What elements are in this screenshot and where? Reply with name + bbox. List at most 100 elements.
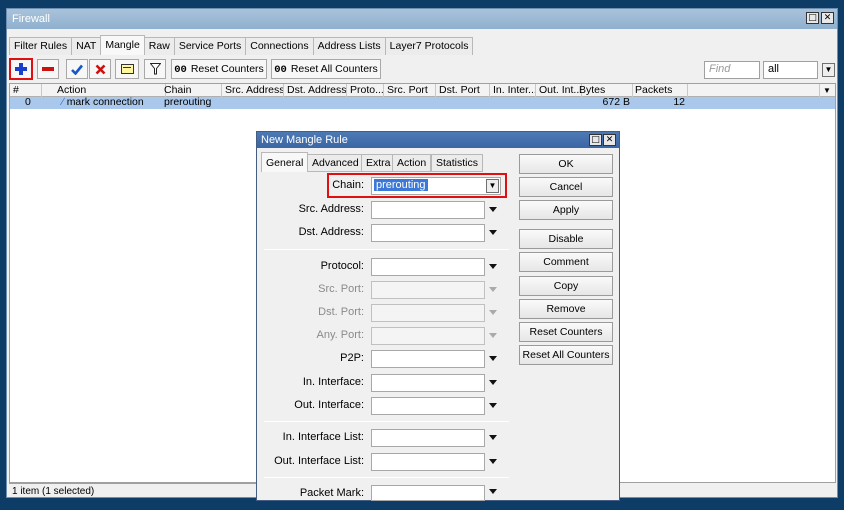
- cancel-button[interactable]: Cancel: [519, 177, 613, 197]
- src-address-label: Src. Address:: [298, 203, 364, 215]
- chain-select[interactable]: prerouting ▼: [371, 177, 501, 195]
- apply-button[interactable]: Apply: [519, 200, 613, 220]
- col-dst-port[interactable]: Dst. Port: [436, 84, 490, 97]
- tab-connections[interactable]: Connections: [245, 37, 314, 55]
- protocol-arrow-icon[interactable]: [489, 264, 497, 269]
- reset-all-counters-button[interactable]: Reset All Counters: [519, 345, 613, 365]
- chain-label: Chain:: [332, 179, 364, 191]
- out-interface-list-arrow-icon[interactable]: [489, 459, 497, 464]
- copy-button[interactable]: Copy: [519, 276, 613, 296]
- firewall-tabs: Filter Rules NAT Mangle Raw Service Port…: [9, 35, 474, 55]
- in-interface-arrow-icon[interactable]: [489, 380, 497, 385]
- in-interface-list-arrow-icon[interactable]: [489, 435, 497, 440]
- disable-button[interactable]: [89, 59, 111, 79]
- enable-button[interactable]: [66, 59, 88, 79]
- dialog-tab-extra[interactable]: Extra: [361, 154, 396, 172]
- tab-address-lists[interactable]: Address Lists: [312, 37, 386, 55]
- protocol-input[interactable]: [371, 258, 485, 276]
- reset-counters-label: Reset Counters: [190, 62, 264, 75]
- dst-port-input: [371, 304, 485, 322]
- dialog-tab-advanced[interactable]: Advanced: [307, 154, 364, 172]
- pencil-icon: ∕: [62, 96, 64, 108]
- dialog-tab-general[interactable]: General: [261, 152, 309, 172]
- tab-service-ports[interactable]: Service Ports: [173, 37, 247, 55]
- out-interface-list-label-wrap: Out. Interface List:: [260, 455, 364, 469]
- comment-button[interactable]: [115, 59, 139, 79]
- src-address-arrow-icon[interactable]: [489, 207, 497, 212]
- p2p-label: P2P:: [340, 352, 364, 364]
- in-interface-list-input[interactable]: [371, 429, 485, 447]
- status-bar: 1 item (1 selected): [9, 483, 259, 499]
- table-row[interactable]: 0 ∕ mark connection prerouting 672 B 12: [10, 97, 835, 109]
- dst-address-arrow-icon[interactable]: [489, 230, 497, 235]
- note-icon: [120, 64, 134, 74]
- remove-button[interactable]: [37, 59, 59, 79]
- packet-mark-label: Packet Mark:: [299, 487, 364, 499]
- cross-icon: [95, 64, 105, 74]
- reset-counters-button[interactable]: 00 Reset Counters: [171, 59, 267, 79]
- dst-port-label: Dst. Port:: [318, 306, 364, 318]
- in-interface-input[interactable]: [371, 374, 485, 392]
- row-number: 0: [25, 96, 31, 108]
- col-in-interface[interactable]: In. Inter...: [490, 84, 536, 97]
- filter-select[interactable]: all: [763, 61, 818, 79]
- remove-button[interactable]: Remove: [519, 299, 613, 319]
- minus-icon: [42, 67, 54, 71]
- window-titlebar[interactable]: Firewall □ ✕: [7, 9, 837, 29]
- close-icon[interactable]: ✕: [821, 12, 834, 24]
- dialog-tab-statistics[interactable]: Statistics: [431, 154, 484, 172]
- col-src-address[interactable]: Src. Address: [222, 84, 284, 97]
- src-port-label: Src. Port:: [318, 283, 364, 295]
- dst-address-label: Dst. Address:: [298, 226, 364, 238]
- packet-mark-input[interactable]: [371, 485, 485, 501]
- dialog-titlebar[interactable]: New Mangle Rule □ ✕: [257, 132, 619, 148]
- in-interface-list-label-wrap: In. Interface List:: [260, 431, 364, 445]
- tab-raw[interactable]: Raw: [143, 37, 175, 55]
- tab-nat[interactable]: NAT: [71, 37, 102, 55]
- dst-address-label-wrap: Dst. Address:: [260, 226, 364, 240]
- maximize-icon[interactable]: □: [806, 12, 819, 24]
- disable-button[interactable]: Disable: [519, 229, 613, 249]
- src-address-input[interactable]: [371, 201, 485, 219]
- p2p-input[interactable]: [371, 350, 485, 368]
- add-button[interactable]: [9, 58, 33, 80]
- dst-port-arrow-icon: [489, 310, 497, 315]
- src-port-label-wrap: Src. Port:: [260, 283, 364, 297]
- out-interface-list-input[interactable]: [371, 453, 485, 471]
- any-port-input: [371, 327, 485, 345]
- in-interface-label: In. Interface:: [302, 376, 364, 388]
- out-interface-arrow-icon[interactable]: [489, 403, 497, 408]
- any-port-arrow-icon: [489, 333, 497, 338]
- separator: [264, 249, 509, 250]
- out-interface-list-label: Out. Interface List:: [274, 455, 364, 467]
- row-packets: 12: [673, 96, 685, 108]
- filter-button[interactable]: [144, 59, 166, 79]
- reset-all-counters-button[interactable]: 00 Reset All Counters: [271, 59, 381, 79]
- tab-mangle[interactable]: Mangle: [100, 35, 145, 55]
- col-dst-address[interactable]: Dst. Address: [284, 84, 347, 97]
- reset-all-counters-label: Reset All Counters: [290, 62, 378, 75]
- src-port-input: [371, 281, 485, 299]
- col-protocol[interactable]: Proto...: [347, 84, 384, 97]
- dialog-close-icon[interactable]: ✕: [603, 134, 616, 146]
- row-action-label: mark connection: [66, 96, 144, 108]
- chain-dropdown-icon[interactable]: ▼: [486, 179, 499, 193]
- dst-address-input[interactable]: [371, 224, 485, 242]
- dialog-maximize-icon[interactable]: □: [589, 134, 602, 146]
- dialog-tab-action[interactable]: Action: [392, 154, 432, 172]
- reset-counters-button[interactable]: Reset Counters: [519, 322, 613, 342]
- p2p-arrow-icon[interactable]: [489, 356, 497, 361]
- out-interface-input[interactable]: [371, 397, 485, 415]
- tab-layer7-protocols[interactable]: Layer7 Protocols: [384, 37, 474, 55]
- separator: [264, 477, 509, 478]
- ok-button[interactable]: OK: [519, 154, 613, 174]
- columns-dropdown-icon[interactable]: ▼: [823, 86, 831, 95]
- find-input[interactable]: Find: [704, 61, 760, 79]
- packet-mark-arrow-icon[interactable]: [489, 489, 497, 494]
- filter-dropdown-icon[interactable]: ▼: [822, 63, 835, 77]
- any-port-label-wrap: Any. Port:: [260, 329, 364, 343]
- col-src-port[interactable]: Src. Port: [384, 84, 436, 97]
- col-filler: [688, 84, 820, 97]
- comment-button[interactable]: Comment: [519, 252, 613, 272]
- tab-filter-rules[interactable]: Filter Rules: [9, 37, 73, 55]
